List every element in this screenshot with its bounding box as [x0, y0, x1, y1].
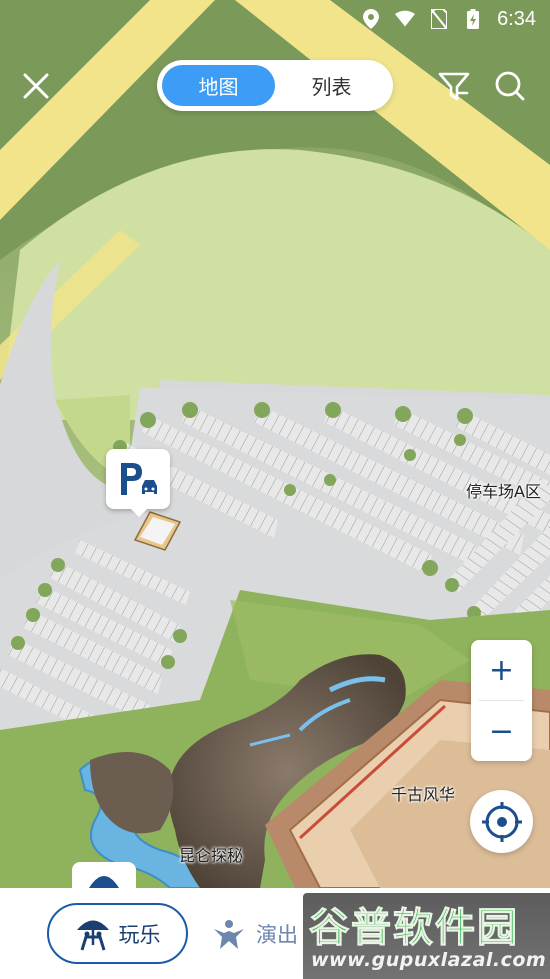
- status-bar: 6:34: [0, 0, 550, 38]
- map-label-parking-area[interactable]: 停车场A区: [466, 478, 541, 502]
- close-icon: [23, 73, 49, 99]
- category-label: 玩乐: [118, 922, 161, 947]
- close-button[interactable]: [16, 66, 56, 106]
- category-chip-play[interactable]: 玩乐: [47, 903, 188, 964]
- location-pin-icon: [361, 9, 381, 29]
- parking-marker[interactable]: [106, 449, 172, 517]
- status-time: 6:34: [497, 7, 536, 30]
- no-sim-icon: [429, 9, 449, 29]
- parking-car-icon: [121, 463, 157, 495]
- search-button[interactable]: [490, 66, 530, 106]
- filter-icon: [438, 72, 470, 101]
- map-label-cave[interactable]: 昆仑探秘: [179, 842, 243, 866]
- map-canvas[interactable]: [0, 0, 550, 888]
- category-label: 演出: [256, 922, 298, 947]
- zoom-out-button[interactable]: −: [471, 701, 532, 761]
- search-icon: [495, 71, 525, 101]
- watermark-title: 谷普软件园: [309, 905, 519, 952]
- battery-charging-icon: [463, 9, 483, 29]
- tab-list[interactable]: 列表: [275, 65, 388, 106]
- map-graphics: [0, 0, 550, 888]
- tab-map[interactable]: 地图: [162, 65, 275, 106]
- category-chip-show[interactable]: 演出: [210, 903, 298, 964]
- filter-button[interactable]: [434, 66, 474, 106]
- locate-crosshair-icon: [481, 801, 522, 842]
- watermark-url: www.gupuxlazal.com: [311, 949, 547, 971]
- umbrella-ride-icon: [76, 920, 109, 950]
- locate-button[interactable]: [470, 790, 533, 853]
- map-label-hall[interactable]: 千古风华: [391, 781, 455, 805]
- watermark: 谷普软件园 www.gupuxlazal.com: [303, 893, 550, 979]
- zoom-in-button[interactable]: +: [471, 640, 532, 700]
- performance-icon: [214, 919, 244, 949]
- umbrella-ride-icon: [89, 876, 119, 888]
- wifi-icon: [395, 9, 416, 29]
- view-toggle: 地图 列表: [157, 60, 393, 111]
- zoom-control: + −: [471, 640, 532, 761]
